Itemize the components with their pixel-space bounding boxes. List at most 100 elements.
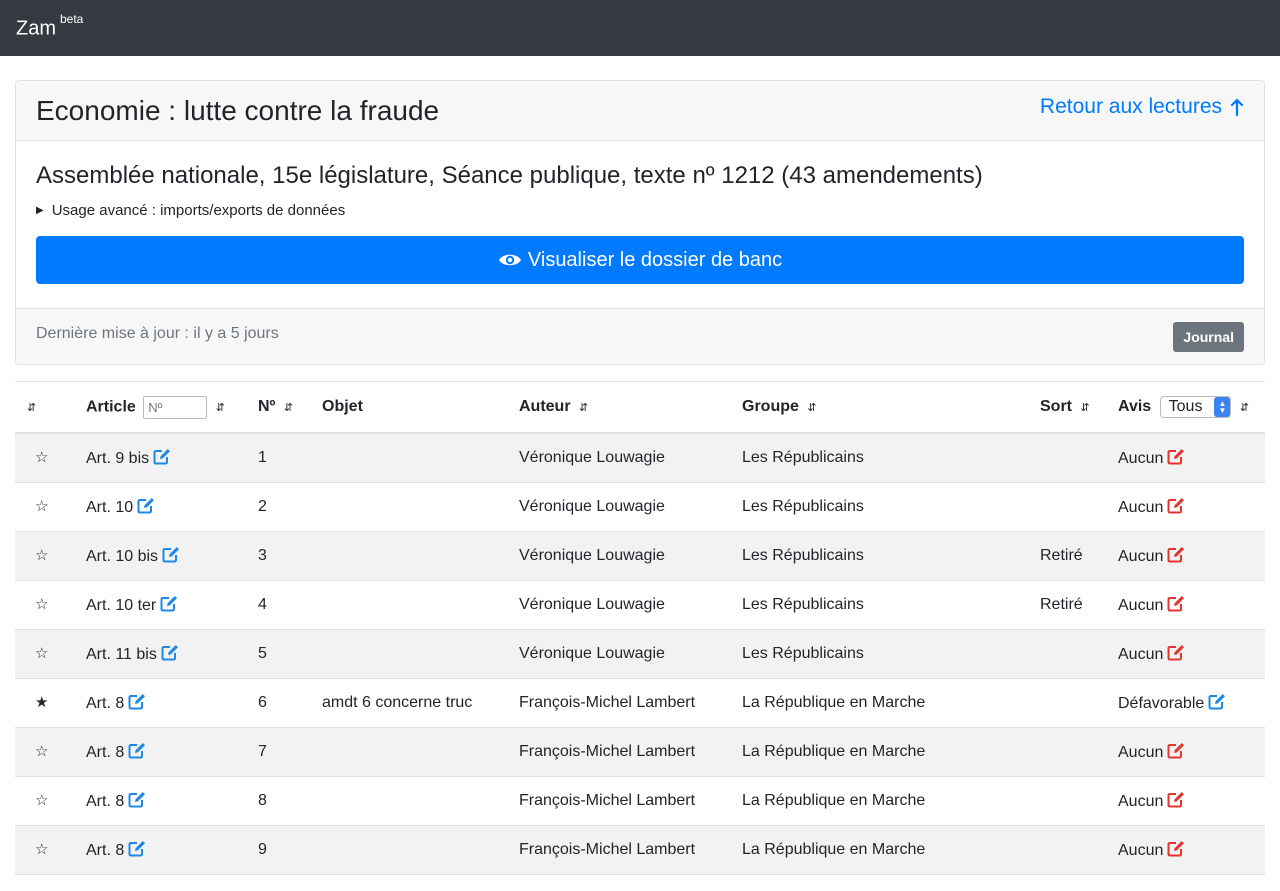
star-icon[interactable]: ☆ — [35, 645, 48, 662]
avis-cell: Aucun — [1118, 727, 1265, 776]
advanced-usage-toggle[interactable]: ▶ Usage avancé : imports/exports de donn… — [36, 202, 1244, 219]
header-favorite[interactable]: ⇵ — [15, 382, 86, 433]
star-icon[interactable]: ★ — [35, 694, 48, 711]
groupe-name: La République en Marche — [742, 840, 926, 858]
edit-icon[interactable] — [1167, 448, 1185, 465]
article-cell: Art. 10 — [86, 482, 258, 531]
avis-value: Défavorable — [1118, 694, 1205, 712]
table-body: ☆ Art. 9 bis 1 Véronique Louwagie Les Républ… — [15, 433, 1265, 874]
table-row: ☆ Art. 10 ter 4 Véronique Louwagie Les Répub… — [15, 580, 1265, 629]
amendment-number[interactable]: 7 — [258, 743, 267, 760]
num-cell: 8 — [258, 776, 322, 825]
edit-icon[interactable] — [161, 644, 179, 661]
article-label: Art. 8 — [86, 792, 125, 810]
edit-icon[interactable] — [128, 840, 146, 857]
edit-icon[interactable] — [1208, 693, 1226, 710]
header-groupe[interactable]: Groupe ⇵ — [742, 382, 1040, 433]
auteur-name: Véronique Louwagie — [519, 546, 665, 564]
article-cell: Art. 8 — [86, 776, 258, 825]
objet-cell — [322, 580, 519, 629]
groupe-name: La République en Marche — [742, 693, 926, 711]
amendment-number[interactable]: 5 — [258, 645, 267, 662]
header-sort[interactable]: Sort ⇵ — [1040, 382, 1118, 433]
header-groupe-label: Groupe — [742, 398, 799, 415]
journal-button[interactable]: Journal — [1173, 321, 1244, 352]
edit-icon[interactable] — [137, 497, 155, 514]
edit-icon[interactable] — [128, 693, 146, 710]
article-label: Art. 10 bis — [86, 547, 159, 565]
header-num[interactable]: Nº ⇵ — [258, 382, 322, 433]
star-icon[interactable]: ☆ — [35, 449, 48, 466]
article-filter-input[interactable] — [143, 395, 208, 419]
sort-cell: Retiré — [1040, 580, 1118, 629]
table-header-row: ⇵ Article ⇵ Nº ⇵ Objet Auteur ⇵ Groupe — [15, 382, 1265, 433]
visualize-dossier-button[interactable]: Visualiser le dossier de banc — [36, 236, 1244, 284]
sort-icon[interactable]: ⇵ — [284, 402, 293, 414]
edit-icon[interactable] — [128, 791, 146, 808]
advanced-usage-label: Usage avancé : imports/exports de donnée… — [51, 202, 346, 219]
sort-icon[interactable]: ⇵ — [1240, 402, 1249, 414]
amendment-number[interactable]: 3 — [258, 547, 267, 564]
edit-icon[interactable] — [153, 448, 171, 465]
favorite-cell: ☆ — [15, 531, 86, 580]
back-to-readings-link[interactable]: Retour aux lectures — [1040, 95, 1244, 119]
objet-text: amdt 6 concerne truc — [322, 693, 473, 711]
sort-icon[interactable]: ⇵ — [216, 402, 225, 414]
amendment-number[interactable]: 4 — [258, 596, 267, 613]
edit-icon[interactable] — [1167, 791, 1185, 808]
edit-icon[interactable] — [1167, 742, 1185, 759]
edit-icon[interactable] — [162, 546, 180, 563]
edit-icon[interactable] — [1167, 595, 1185, 612]
table-row: ☆ Art. 10 2 Véronique Louwagie Les Républica… — [15, 482, 1265, 531]
edit-icon[interactable] — [1167, 840, 1185, 857]
num-cell: 5 — [258, 629, 322, 678]
avis-filter-select[interactable]: Tous ▲ ▼ — [1159, 396, 1232, 418]
brand[interactable]: Zam beta — [16, 12, 83, 41]
amendment-number[interactable]: 2 — [258, 498, 267, 515]
header-avis[interactable]: Avis Tous ▲ ▼ ⇵ — [1118, 382, 1265, 433]
amendment-number[interactable]: 1 — [258, 449, 267, 466]
article-label: Art. 11 bis — [86, 645, 157, 663]
edit-icon[interactable] — [1167, 546, 1185, 563]
header-article[interactable]: Article ⇵ — [86, 382, 258, 433]
table-row: ★ Art. 8 6 amdt 6 concerne truc François-Mic… — [15, 678, 1265, 727]
groupe-cell: Les Républicains — [742, 433, 1040, 482]
sort-cell — [1040, 727, 1118, 776]
amendment-number[interactable]: 6 — [258, 694, 267, 711]
star-icon[interactable]: ☆ — [35, 498, 48, 515]
num-cell: 1 — [258, 433, 322, 482]
edit-icon[interactable] — [128, 742, 146, 759]
avis-cell: Aucun — [1118, 629, 1265, 678]
sort-icon[interactable]: ⇵ — [1080, 402, 1089, 414]
groupe-cell: Les Républicains — [742, 531, 1040, 580]
star-icon[interactable]: ☆ — [35, 792, 48, 809]
reading-subtitle: Assemblée nationale, 15e législature, Sé… — [36, 162, 983, 189]
sort-cell — [1040, 433, 1118, 482]
sort-cell: Retiré — [1040, 531, 1118, 580]
header-avis-label: Avis — [1118, 398, 1152, 416]
article-label: Art. 10 ter — [86, 596, 157, 614]
header-auteur[interactable]: Auteur ⇵ — [519, 382, 742, 433]
edit-icon[interactable] — [160, 595, 178, 612]
star-icon[interactable]: ☆ — [35, 596, 48, 613]
sort-icon[interactable]: ⇵ — [807, 402, 816, 414]
sort-cell — [1040, 678, 1118, 727]
edit-icon[interactable] — [1167, 644, 1185, 661]
groupe-name: La République en Marche — [742, 742, 926, 760]
groupe-cell: La République en Marche — [742, 776, 1040, 825]
amendment-number[interactable]: 8 — [258, 792, 267, 809]
header-objet: Objet — [322, 382, 519, 433]
amendment-number[interactable]: 9 — [258, 841, 267, 858]
header-objet-label: Objet — [322, 398, 363, 415]
sort-icon[interactable]: ⇵ — [27, 402, 36, 414]
auteur-cell: François-Michel Lambert — [519, 678, 742, 727]
edit-icon[interactable] — [1167, 497, 1185, 514]
star-icon[interactable]: ☆ — [35, 547, 48, 564]
star-icon[interactable]: ☆ — [35, 743, 48, 760]
star-icon[interactable]: ☆ — [35, 841, 48, 858]
groupe-cell: La République en Marche — [742, 727, 1040, 776]
num-cell: 2 — [258, 482, 322, 531]
favorite-cell: ☆ — [15, 776, 86, 825]
sort-icon[interactable]: ⇵ — [579, 402, 588, 414]
favorite-cell: ★ — [15, 678, 86, 727]
